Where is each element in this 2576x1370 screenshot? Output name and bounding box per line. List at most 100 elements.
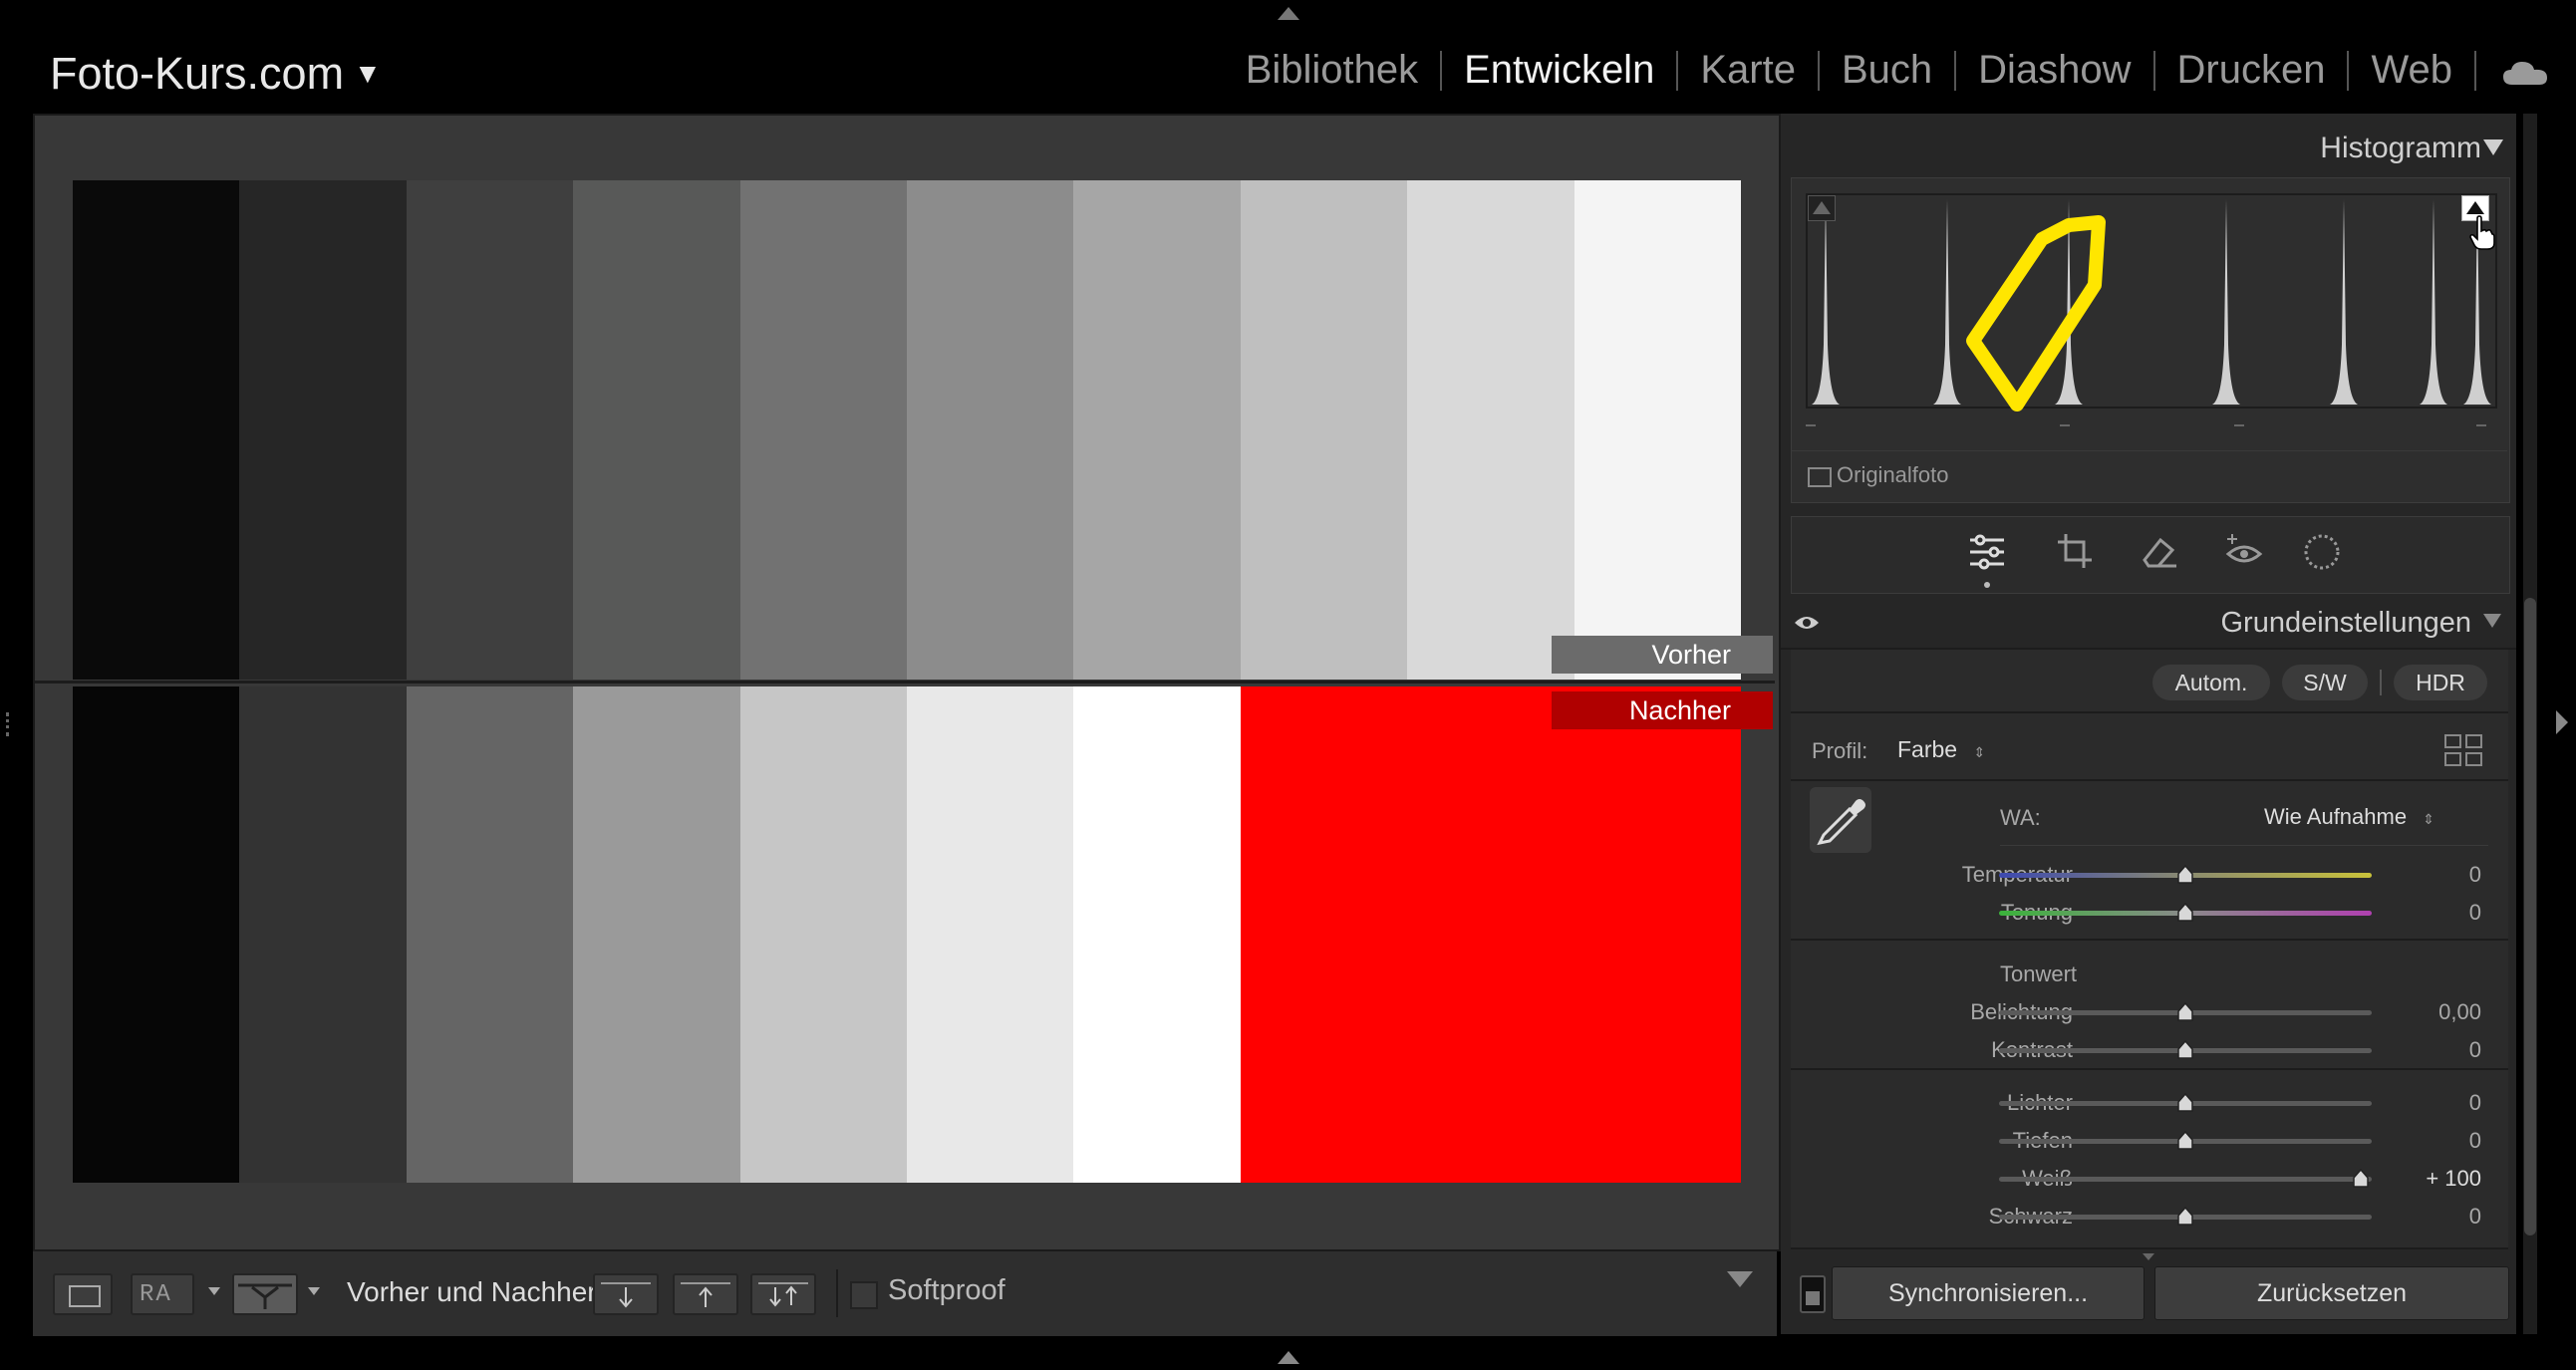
identity-dropdown-icon[interactable]: ▼ [354,58,382,90]
tone-patch [239,180,407,680]
slider-value-tint[interactable]: 0 [2392,900,2481,926]
tone-patch [239,686,407,1183]
eyedropper-icon [1817,799,1865,846]
slider-value-whites[interactable]: + 100 [2392,1166,2481,1192]
module-karte[interactable]: Karte [1678,48,1818,93]
eye-icon[interactable] [1794,613,1820,633]
red-eye-icon[interactable] [2224,530,2264,570]
bottom-panel-toggle-icon[interactable] [1278,1351,1299,1364]
before-image[interactable] [73,180,1741,680]
tone-header: Tonwert [2000,961,2078,986]
wb-dropdown[interactable]: Wie Aufnahme ⇕ [2264,804,2434,830]
after-image[interactable] [73,686,1741,1183]
before-after-divider [35,681,1775,684]
reset-button[interactable]: Zurücksetzen [2154,1266,2509,1320]
loupe-view-button[interactable] [53,1273,113,1315]
wb-divider [2000,845,2488,846]
tone-patch [906,180,1074,680]
slider-value-blacks[interactable]: 0 [2392,1204,2481,1230]
slider-thumb-shadows[interactable] [2176,1130,2194,1151]
left-panel-toggle-icon[interactable] [6,712,19,736]
slider-thumb-temp[interactable] [2176,864,2194,885]
slider-value-temp[interactable]: 0 [2392,862,2481,888]
histogram-tick [1806,424,1816,426]
profile-dropdown[interactable]: Farbe ⇕ [1897,736,1985,763]
tone-patch [906,686,1074,1183]
active-tool-indicator [1984,582,1990,588]
slider-track-whites[interactable] [1999,1177,2372,1182]
copy-after-to-before-button[interactable] [673,1273,738,1315]
after-label: Nachher [1552,691,1773,729]
side-by-side-split-button[interactable] [232,1273,298,1315]
tone-patch [1574,180,1741,680]
view-mode-dropdown-icon[interactable] [208,1287,220,1295]
module-separator [2474,50,2476,91]
toolbar-separator [836,1269,838,1317]
crop-icon[interactable] [2056,532,2094,570]
module-drucken[interactable]: Drucken [2155,48,2348,93]
auto-button[interactable]: Autom. [2152,665,2270,700]
basic-panel-collapse-icon[interactable] [2483,614,2501,628]
profile-stepper-icon: ⇕ [1973,744,1986,760]
bw-button[interactable]: S/W [2282,665,2368,700]
sync-toggle-switch[interactable] [1800,1275,1826,1313]
top-panel-toggle-icon[interactable] [1278,7,1299,20]
toolbar-options-dropdown-icon[interactable] [1727,1271,1753,1287]
wb-eyedropper-button[interactable] [1810,787,1871,853]
profile-browser-grid-icon[interactable] [2443,733,2483,767]
slider-thumb-exposure[interactable] [2176,1001,2194,1022]
swap-before-after-button[interactable] [750,1273,816,1315]
sync-toggle-knob [1806,1291,1820,1305]
viewer-toolbar: RA Vorher und Nachher: Softproof [33,1249,1777,1336]
module-diashow[interactable]: Diashow [1956,48,2152,93]
slider-thumb-blacks[interactable] [2176,1206,2194,1227]
histogram-title[interactable]: Histogramm [2292,132,2481,165]
slider-value-exposure[interactable]: 0,00 [2392,999,2481,1025]
right-panel-toggle-icon[interactable] [2556,710,2568,734]
eraser-icon[interactable] [2141,534,2178,570]
module-web[interactable]: Web [2349,48,2474,93]
before-after-view-button[interactable]: RA [131,1273,194,1315]
tone-patch [406,686,574,1183]
profile-label: Profil: [1812,738,1868,763]
masking-icon[interactable] [2302,532,2342,572]
slider-value-shadows[interactable]: 0 [2392,1128,2481,1154]
tone-patch [1407,686,1574,1183]
module-buch[interactable]: Buch [1820,48,1954,93]
wb-value: Wie Aufnahme [2264,804,2408,829]
original-photo-checkbox[interactable] [1808,467,1832,487]
hdr-button[interactable]: HDR [2394,665,2487,700]
panel-scrollbar-thumb[interactable] [2524,598,2536,1235]
sync-button[interactable]: Synchronisieren... [1832,1266,2145,1320]
module-bibliothek[interactable]: Bibliothek [1224,48,1440,93]
slider-value-contrast[interactable]: 0 [2392,1037,2481,1063]
histogram-tick [2234,424,2244,426]
cloud-icon[interactable] [2502,60,2548,86]
slider-value-highlights[interactable]: 0 [2392,1090,2481,1116]
arrow-down-icon [601,1282,651,1308]
profile-value: Farbe [1897,736,1958,762]
treatment-separator [2380,670,2382,695]
slider-thumb-whites[interactable] [2352,1168,2370,1189]
slider-thumb-tint[interactable] [2176,902,2194,923]
edit-sliders-icon[interactable] [1968,534,2006,570]
histogram-divider [1792,450,2507,451]
softproof-checkbox[interactable] [850,1281,878,1309]
highlight-annotation [1966,215,2106,411]
basic-panel-title[interactable]: Grundeinstellungen [2093,607,2471,640]
tone-patch [1240,686,1408,1183]
slider-thumb-contrast[interactable] [2176,1039,2194,1060]
histogram-collapse-icon[interactable] [2483,139,2503,155]
histogram-tick [2060,424,2070,426]
wb-stepper-icon: ⇕ [2423,811,2434,827]
original-photo-label: Originalfoto [1837,462,1949,487]
slider-thumb-highlights[interactable] [2176,1092,2194,1113]
wb-label: WA: [2000,805,2041,830]
copy-before-to-after-button[interactable] [593,1273,659,1315]
tone-patch [1574,686,1741,1183]
identity-plate[interactable]: Foto-Kurs.com [50,48,344,100]
tone-patch [1073,686,1241,1183]
module-entwickeln[interactable]: Entwickeln [1442,48,1676,93]
tone-patch [73,686,240,1183]
split-dropdown-icon[interactable] [308,1287,320,1295]
